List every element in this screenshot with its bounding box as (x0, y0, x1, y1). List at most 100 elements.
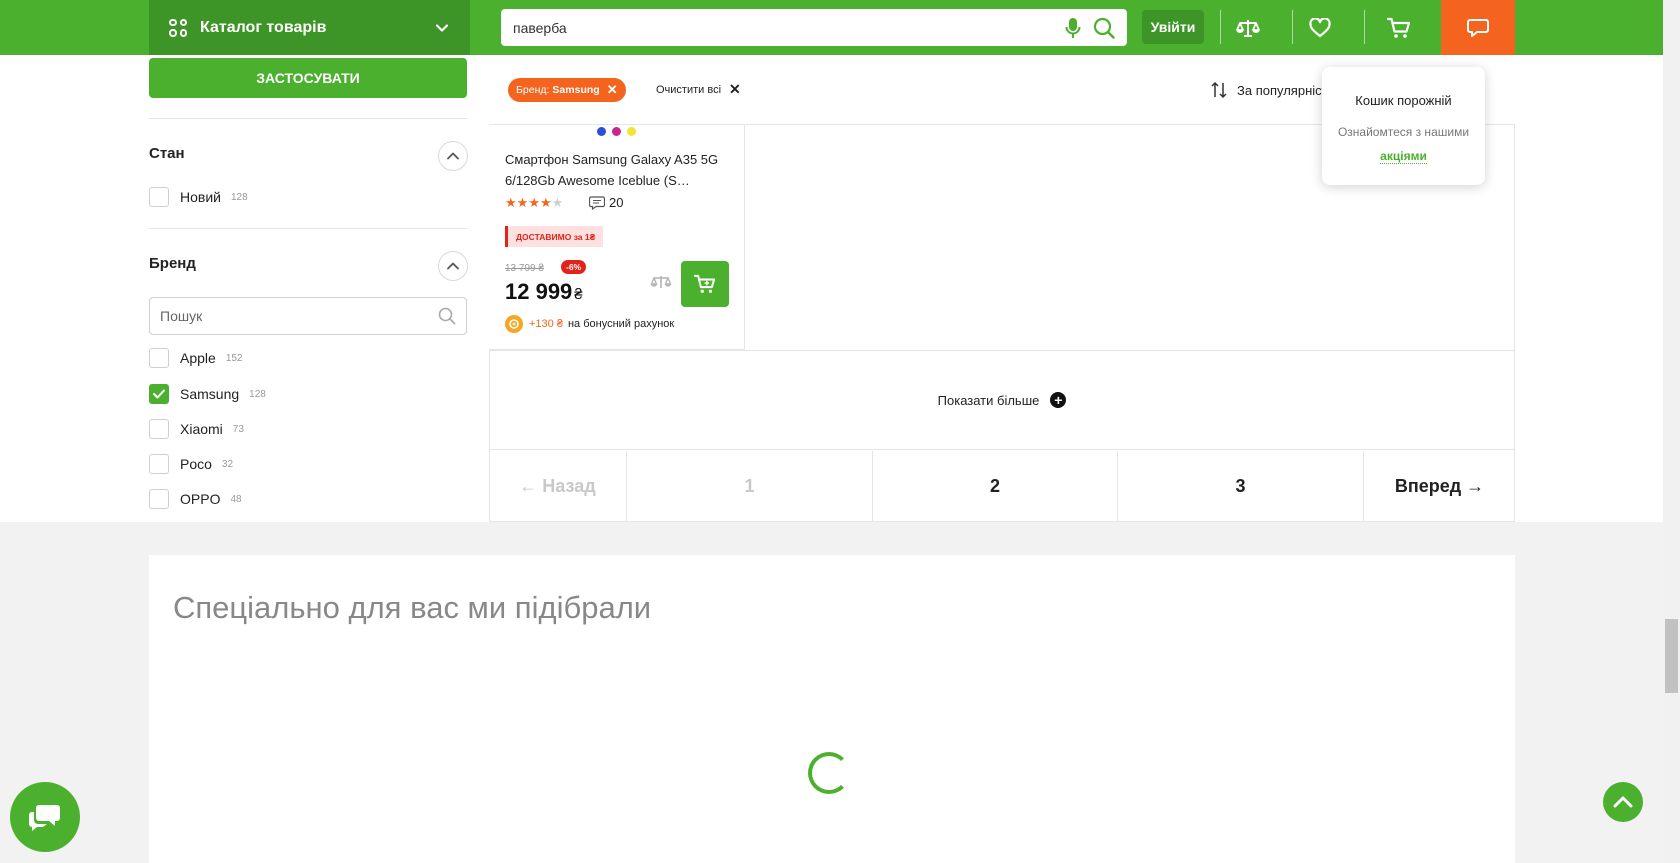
loading-spinner-icon (808, 752, 850, 794)
brand-search-field[interactable]: Пошук (149, 297, 467, 335)
delivery-badge: ДОСТАВИМО за 1₴ (505, 226, 604, 247)
header-divider (1220, 10, 1221, 44)
catalog-label: Каталог товарів (200, 18, 327, 36)
search-icon[interactable] (1093, 17, 1115, 39)
sort-arrows-icon (1211, 81, 1227, 99)
comment-icon (589, 195, 605, 210)
checkbox-checked[interactable] (149, 384, 169, 404)
checkbox[interactable] (149, 489, 169, 509)
checkbox[interactable] (149, 419, 169, 439)
pagination-page-1[interactable]: 1 (627, 451, 873, 522)
show-more-button[interactable]: Показати більше + (489, 350, 1515, 450)
sort-dropdown[interactable]: За популярністю (1211, 81, 1337, 99)
brand-search-input[interactable]: Пошук (160, 308, 438, 324)
chevron-up-icon (1613, 796, 1633, 808)
checkbox[interactable] (149, 348, 169, 368)
checkbox-brand-poco[interactable]: Poco 32 (149, 453, 233, 475)
search-bar[interactable]: паверба (501, 9, 1127, 46)
checkbox-brand-apple[interactable]: Apple 152 (149, 347, 243, 369)
clear-all-filters-button[interactable]: Очистити всі ✕ (656, 81, 741, 98)
filter-title-condition: Стан (149, 145, 185, 162)
bonus-coin-icon (505, 315, 523, 333)
cart-empty-description: Ознайомтеся з нашими (1337, 125, 1470, 139)
plus-icon: + (1050, 392, 1067, 408)
bonus-amount: +130 ₴ (529, 318, 563, 330)
pagination-page-2[interactable]: 2 (873, 451, 1118, 522)
checkbox-count: 128 (230, 191, 248, 203)
search-input[interactable]: паверба (513, 20, 1053, 36)
checkbox-label: Apple (180, 350, 216, 366)
cart-icon (694, 274, 716, 293)
checkbox-label: Samsung (180, 386, 240, 402)
close-icon[interactable]: ✕ (607, 82, 618, 98)
collapse-brand-button[interactable] (438, 251, 468, 281)
cart-empty-title: Кошик порожній (1355, 93, 1452, 108)
checkbox-label: OPPO (180, 491, 221, 507)
checkbox-brand-oppo[interactable]: OPPO 48 (149, 488, 242, 510)
checkmark-icon (153, 389, 165, 399)
checkbox-brand-samsung[interactable]: Samsung 128 (149, 383, 266, 405)
checkbox[interactable] (149, 454, 169, 474)
checkbox-count: 152 (225, 352, 243, 364)
color-swatch[interactable] (612, 127, 621, 136)
chevron-up-icon (447, 262, 459, 270)
pagination-page-3[interactable]: 3 (1118, 451, 1364, 522)
heart-icon[interactable] (1306, 14, 1334, 42)
compare-icon[interactable] (1234, 14, 1262, 42)
star-icon: ★ (505, 195, 517, 210)
clear-all-label: Очистити всі (656, 83, 722, 96)
price: 12 999 ₴ (505, 279, 583, 305)
chip-prefix: Бренд: (516, 84, 550, 96)
color-swatch[interactable] (627, 127, 636, 136)
rating-stars[interactable]: ★★★★★ (505, 195, 563, 211)
discount-badge: -6% (561, 260, 587, 274)
search-icon (438, 307, 456, 325)
checkbox-brand-xiaomi[interactable]: Xiaomi 73 (149, 418, 244, 440)
reviews-link[interactable]: 20 (589, 195, 623, 210)
scroll-to-top-button[interactable] (1603, 782, 1643, 822)
pagination-prev[interactable]: ← Назад (489, 451, 627, 522)
active-filter-chip[interactable]: Бренд: Samsung ✕ (508, 78, 626, 102)
apply-filters-button[interactable]: ЗАСТОСУВАТИ (149, 58, 467, 98)
promotions-link[interactable]: акціями (1380, 149, 1427, 164)
star-icon: ★ (528, 195, 540, 210)
chat-support-button[interactable] (10, 782, 80, 852)
chevron-down-icon (435, 23, 449, 32)
show-more-label: Показати більше (937, 392, 1040, 408)
chip-value: Samsung (552, 84, 600, 96)
bonus-text: на бонусний рахунок (567, 318, 675, 330)
checkbox-count: 73 (232, 423, 244, 435)
chat-button-header[interactable] (1441, 0, 1515, 55)
empty-cart-popup: Кошик порожній Ознайомтеся з нашими акці… (1322, 67, 1485, 185)
catalog-button[interactable]: Каталог товарів (149, 0, 470, 55)
checkbox-count: 128 (249, 388, 266, 400)
recommendations-title: Спеціально для вас ми підібрали (173, 590, 652, 625)
checkbox-label: Новий (180, 189, 221, 205)
old-price: 13 799 ₴ (505, 263, 544, 274)
compare-icon[interactable] (650, 274, 672, 295)
color-swatch[interactable] (597, 127, 606, 136)
product-title-link[interactable]: Смартфон Samsung Galaxy A35 5G 6/128Gb A… (505, 149, 730, 191)
price-value: 12 999 (505, 279, 573, 304)
scrollbar-thumb[interactable] (1665, 619, 1678, 693)
header-divider (1292, 10, 1293, 44)
star-icon: ★ (516, 195, 529, 210)
cart-empty-text: Ознайомтеся з нашими акціями (1322, 120, 1485, 168)
pagination-next[interactable]: Вперед → (1364, 451, 1515, 522)
catalog-grid-icon (169, 18, 187, 37)
chat-bubble-icon (1467, 18, 1489, 37)
scrollbar-track[interactable] (1663, 0, 1680, 863)
header-divider (1364, 10, 1365, 44)
price-currency: ₴ (574, 286, 583, 303)
checkbox-count: 32 (221, 458, 234, 470)
checkbox-count: 48 (230, 493, 242, 505)
checkbox-condition-new[interactable]: Новий 128 (149, 186, 248, 208)
checkbox[interactable] (149, 187, 169, 207)
star-icon: ★ (551, 195, 564, 210)
login-button[interactable]: Увійти (1142, 10, 1204, 44)
microphone-icon[interactable] (1065, 17, 1081, 39)
checkbox-label: Xiaomi (180, 421, 223, 437)
collapse-condition-button[interactable] (438, 141, 468, 171)
cart-icon[interactable] (1385, 14, 1413, 42)
add-to-cart-button[interactable] (681, 261, 729, 307)
